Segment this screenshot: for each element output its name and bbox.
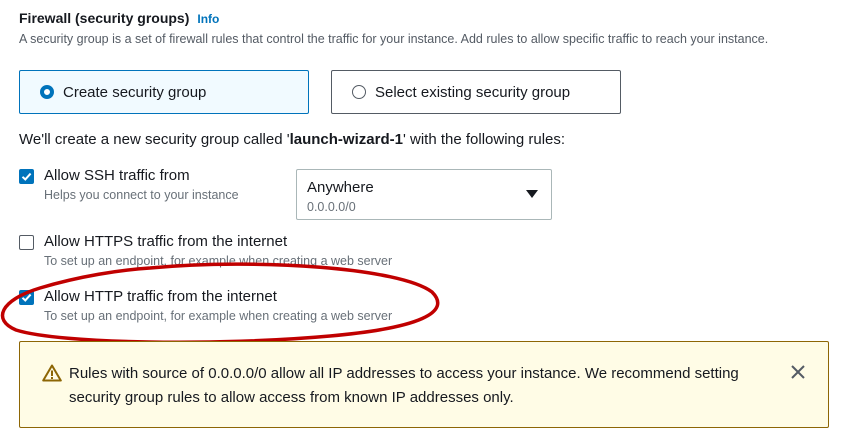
https-rule-description: To set up an endpoint, for example when … [44, 254, 393, 268]
create-security-group-label: Create security group [63, 83, 207, 101]
ssh-source-value: Anywhere [307, 179, 374, 196]
section-header: Firewall (security groups) Info [19, 10, 219, 26]
create-security-group-option[interactable]: Create security group [19, 70, 309, 114]
http-rule-description: To set up an endpoint, for example when … [44, 309, 393, 323]
section-title: Firewall (security groups) [19, 10, 190, 26]
warning-icon [42, 364, 62, 382]
ssh-source-select[interactable]: Anywhere 0.0.0.0/0 [296, 169, 552, 220]
select-existing-security-group-label: Select existing security group [375, 83, 571, 101]
close-icon[interactable] [790, 364, 806, 385]
http-checkbox[interactable] [19, 290, 34, 305]
checkmark-icon [21, 293, 32, 302]
warning-text: Rules with source of 0.0.0.0/0 allow all… [69, 365, 739, 406]
info-link[interactable]: Info [197, 12, 219, 26]
security-group-intro: We'll create a new security group called… [19, 131, 565, 148]
ssh-checkbox[interactable] [19, 169, 34, 184]
section-description: A security group is a set of firewall ru… [19, 32, 769, 46]
radio-selected[interactable] [40, 85, 54, 99]
ssh-rule-label: Allow SSH traffic from [44, 167, 190, 184]
https-rule-label: Allow HTTPS traffic from the internet [44, 233, 288, 250]
http-rule-label: Allow HTTP traffic from the internet [44, 288, 277, 305]
https-checkbox[interactable] [19, 235, 34, 250]
ssh-rule-description: Helps you connect to your instance [44, 188, 239, 202]
intro-prefix: We'll create a new security group called… [19, 131, 290, 148]
ssh-source-cidr: 0.0.0.0/0 [307, 200, 356, 214]
caret-down-icon [526, 190, 538, 198]
checkmark-icon [21, 172, 32, 181]
radio-unselected[interactable] [352, 85, 366, 99]
select-existing-security-group-option[interactable]: Select existing security group [331, 70, 621, 114]
security-group-name: launch-wizard-1 [289, 131, 403, 148]
intro-suffix: ' with the following rules: [402, 131, 566, 148]
warning-alert: Rules with source of 0.0.0.0/0 allow all… [19, 341, 829, 428]
